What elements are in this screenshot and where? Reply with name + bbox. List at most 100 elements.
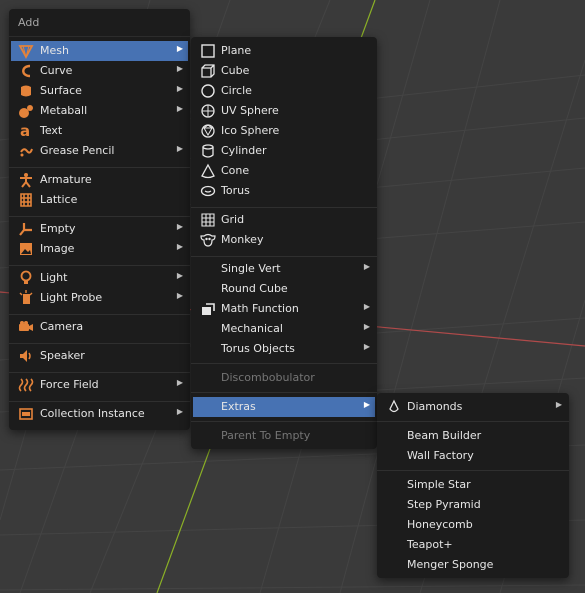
menu-item-force-field[interactable]: Force Field ▶ [11,375,188,395]
menu-item-text[interactable]: a Text [11,121,188,141]
math-function-icon [202,303,215,315]
mesh-item-parent-to-empty: Parent To Empty [193,426,375,446]
menu-item-label: Camera [40,320,84,333]
menu-item-camera[interactable]: Camera [11,317,188,337]
mesh-item-cube[interactable]: Cube [193,61,375,81]
menu-item-light[interactable]: Light ▶ [11,268,188,288]
separator [191,207,377,208]
mesh-item-cylinder[interactable]: Cylinder [193,141,375,161]
add-menu: Add Mesh ▶ Curve ▶ Surface ▶ Metaball ▶ … [9,9,190,430]
submenu-arrow-icon: ▶ [176,378,183,387]
menu-item-label: Armature [40,173,92,186]
mesh-item-plane[interactable]: Plane [193,41,375,61]
extras-item-teapot[interactable]: Teapot+ [379,535,567,555]
menu-item-grease-pencil[interactable]: Grease Pencil ▶ [11,141,188,161]
separator [191,392,377,393]
menu-item-label: Simple Star [407,478,471,491]
extras-item-step-pyramid[interactable]: Step Pyramid [379,495,567,515]
menu-item-collection-instance[interactable]: Collection Instance ▶ [11,404,188,424]
mesh-item-mechanical[interactable]: Mechanical ▶ [193,319,375,339]
extras-submenu: Diamonds ▶ Beam Builder Wall Factory Sim… [377,393,569,578]
submenu-arrow-icon: ▶ [176,271,183,280]
mesh-item-math-function[interactable]: Math Function ▶ [193,299,375,319]
mesh-item-round-cube[interactable]: Round Cube [193,279,375,299]
cube-icon [201,64,215,78]
menu-item-mesh[interactable]: Mesh ▶ [11,41,188,61]
mesh-item-monkey[interactable]: Monkey [193,230,375,250]
plane-icon [201,44,215,58]
menu-item-metaball[interactable]: Metaball ▶ [11,101,188,121]
menu-item-label: Discombobulator [221,371,315,384]
menu-item-label: Image [40,242,75,255]
svg-text:a: a [20,123,30,139]
mesh-item-ico-sphere[interactable]: Ico Sphere [193,121,375,141]
extras-item-wall-factory[interactable]: Wall Factory [379,446,567,466]
mesh-item-discombobulator: Discombobulator [193,368,375,388]
menu-item-speaker[interactable]: Speaker [11,346,188,366]
menu-item-label: Diamonds [407,400,463,413]
separator [377,421,569,422]
ico-sphere-icon [201,124,215,138]
metaball-icon [19,105,33,118]
menu-item-label: Mesh [40,44,69,57]
separator [9,372,190,373]
mesh-item-cone[interactable]: Cone [193,161,375,181]
image-icon [20,243,32,255]
menu-item-label: Step Pyramid [407,498,481,511]
submenu-arrow-icon: ▶ [176,242,183,251]
menu-item-light-probe[interactable]: Light Probe ▶ [11,288,188,308]
surface-icon [21,85,31,97]
camera-icon [19,321,33,331]
separator [9,167,190,168]
menu-item-image[interactable]: Image ▶ [11,239,188,259]
mesh-item-grid[interactable]: Grid [193,210,375,230]
menu-item-label: Light Probe [40,291,103,304]
extras-item-menger-sponge[interactable]: Menger Sponge [379,555,567,575]
submenu-arrow-icon: ▶ [176,104,183,113]
separator [9,401,190,402]
submenu-arrow-icon: ▶ [176,144,183,153]
submenu-arrow-icon: ▶ [176,291,183,300]
menu-item-label: Teapot+ [407,538,453,551]
menu-item-label: Wall Factory [407,449,474,462]
submenu-arrow-icon: ▶ [176,64,183,73]
extras-item-simple-star[interactable]: Simple Star [379,475,567,495]
mesh-item-single-vert[interactable]: Single Vert ▶ [193,259,375,279]
menu-item-label: Metaball [40,104,88,117]
menu-item-surface[interactable]: Surface ▶ [11,81,188,101]
menu-item-lattice[interactable]: Lattice [11,190,188,210]
mesh-item-uv-sphere[interactable]: UV Sphere [193,101,375,121]
menu-item-label: Speaker [40,349,85,362]
separator [9,265,190,266]
separator [9,314,190,315]
menu-item-label: Grease Pencil [40,144,115,157]
menu-item-empty[interactable]: Empty ▶ [11,219,188,239]
lattice-icon [20,193,32,207]
extras-item-honeycomb[interactable]: Honeycomb [379,515,567,535]
mesh-item-torus-objects[interactable]: Torus Objects ▶ [193,339,375,359]
menu-item-label: Grid [221,213,245,226]
submenu-arrow-icon: ▶ [363,322,370,331]
empty-icon [19,223,32,236]
extras-item-beam-builder[interactable]: Beam Builder [379,426,567,446]
separator [377,470,569,471]
speaker-icon [20,350,31,362]
mesh-item-circle[interactable]: Circle [193,81,375,101]
menu-item-curve[interactable]: Curve ▶ [11,61,188,81]
menu-item-label: Curve [40,64,73,77]
add-menu-title: Add [18,16,40,29]
mesh-item-extras[interactable]: Extras ▶ [193,397,375,417]
menu-item-label: Empty [40,222,76,235]
menu-item-armature[interactable]: Armature [11,170,188,190]
mesh-item-torus[interactable]: Torus [193,181,375,201]
separator [191,421,377,422]
menu-item-label: Menger Sponge [407,558,494,571]
separator [9,216,190,217]
menu-item-label: UV Sphere [221,104,279,117]
menu-item-label: Surface [40,84,82,97]
circle-icon [201,84,215,98]
menu-item-label: Plane [221,44,252,57]
grid-icon [201,213,215,227]
submenu-arrow-icon: ▶ [176,407,183,416]
extras-item-diamonds[interactable]: Diamonds ▶ [379,397,567,417]
